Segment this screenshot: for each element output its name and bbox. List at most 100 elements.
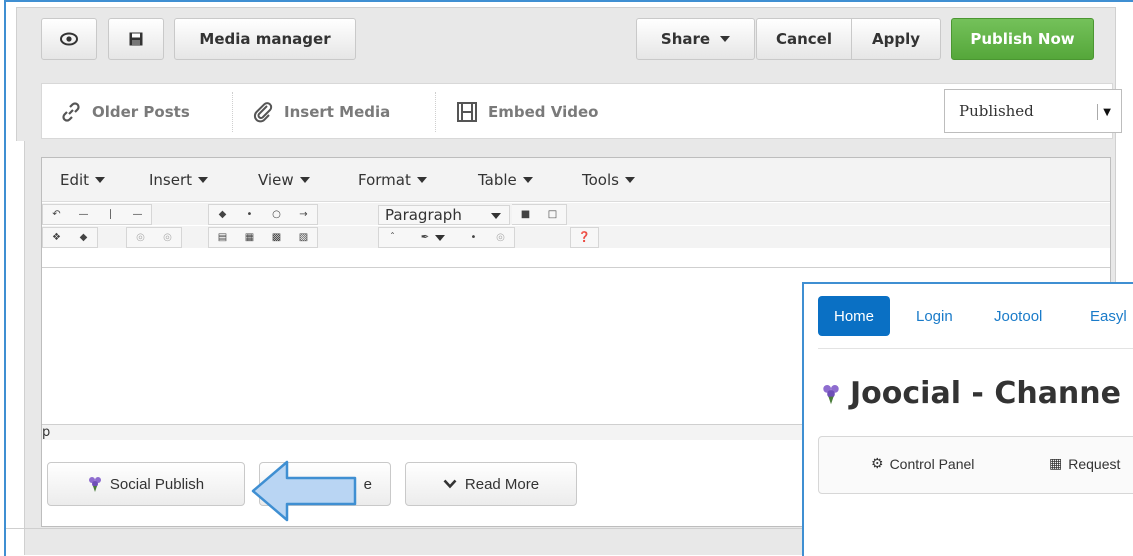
help-icon[interactable]: ❓: [571, 228, 598, 248]
read-more-label: Read More: [464, 475, 540, 493]
caret-down-icon: [522, 177, 533, 183]
select-arrow-icon: ▼: [1097, 104, 1111, 120]
indent-icon[interactable]: →: [290, 205, 317, 225]
joocial-logo-icon: [88, 477, 101, 492]
caret-down-icon: [198, 177, 209, 183]
nav-jootool[interactable]: Jootool: [978, 296, 1058, 336]
apply-label: Apply: [871, 30, 920, 48]
publish-now-button[interactable]: Publish Now: [951, 18, 1094, 60]
paperclip-icon: [253, 102, 273, 123]
nav-home[interactable]: Home: [818, 296, 891, 336]
social-publish-label: Social Publish: [109, 475, 205, 493]
eye-icon: [60, 32, 78, 46]
publish-now-label: Publish Now: [970, 30, 1075, 48]
cancel-button[interactable]: Cancel: [756, 18, 852, 60]
share-dropdown-button[interactable]: Share: [636, 18, 755, 60]
image-icon[interactable]: ▤: [209, 228, 236, 248]
charmap-icon[interactable]: •: [460, 228, 487, 248]
page-title: Joocial - Channe: [822, 376, 1121, 411]
toolbar-group: ▤ ▦ ▩ ▧: [208, 227, 318, 248]
nav-easy[interactable]: Easyl: [1074, 296, 1133, 336]
nav-login-label: Login: [916, 307, 953, 325]
requests-link[interactable]: ▦ Request: [1049, 455, 1120, 472]
floppy-disk-icon: [129, 32, 143, 46]
caret-down-icon: [624, 177, 635, 183]
pagebreak-label: e: [363, 475, 372, 493]
apply-button[interactable]: Apply: [851, 18, 941, 60]
outdent-icon[interactable]: ○: [263, 205, 290, 225]
media-manager-label: Media manager: [199, 30, 331, 48]
link-icon: [62, 102, 80, 122]
toolbar-group: ↶ — ∣ —: [42, 204, 152, 225]
emoticon-icon[interactable]: ◎: [487, 228, 514, 248]
top-toolbar: Media manager Share Cancel Apply Publish…: [16, 7, 1116, 77]
bullet-list-icon[interactable]: ◆: [209, 205, 236, 225]
control-panel-link[interactable]: ⚙ Control Panel: [871, 455, 974, 472]
requests-label: Request: [1068, 455, 1121, 472]
align-center-icon[interactable]: ∣: [97, 205, 124, 225]
save-button[interactable]: [108, 18, 164, 60]
control-panel-label: Control Panel: [889, 455, 975, 472]
align-right-icon[interactable]: —: [124, 205, 151, 225]
caret-down-icon: [416, 177, 427, 183]
nav-login[interactable]: Login: [900, 296, 969, 336]
status-value: Published: [959, 102, 1034, 120]
media-icon[interactable]: ▦: [236, 228, 263, 248]
editor-toolbar-row-1: ↶ — ∣ — ◆ • ○ → Paragraph ■ □: [42, 203, 1110, 225]
block-format-select[interactable]: Paragraph: [378, 205, 510, 225]
media-bar: Older Posts Insert Media Embed Video Pub…: [16, 77, 1122, 141]
social-publish-button[interactable]: Social Publish: [47, 462, 245, 506]
unlink-icon[interactable]: ◆: [70, 228, 97, 248]
insert-media-link[interactable]: Insert Media: [252, 84, 390, 140]
menu-view[interactable]: View: [258, 171, 310, 189]
block-format-value: Paragraph: [385, 206, 462, 224]
frontend-preview-overlay: Home Login Jootool Easyl Joocial - Chann…: [802, 282, 1133, 556]
nav-easy-label: Easyl: [1090, 307, 1127, 325]
undo-icon[interactable]: ↶: [43, 205, 70, 225]
clear-format-icon[interactable]: ✒: [406, 228, 460, 248]
joocial-logo-icon: [823, 384, 839, 404]
toolbar-group: ❖ ◆: [42, 227, 98, 248]
calendar-icon: ▦: [1049, 455, 1063, 471]
code-icon[interactable]: ▧: [290, 228, 317, 248]
control-panel-bar: ⚙ Control Panel ▦ Request: [818, 436, 1133, 494]
caret-down-icon: [95, 177, 106, 183]
table-icon[interactable]: ▩: [263, 228, 290, 248]
preview-button[interactable]: [41, 18, 97, 60]
numbered-list-icon[interactable]: •: [236, 205, 263, 225]
menu-edit[interactable]: Edit: [60, 171, 106, 189]
media-manager-button[interactable]: Media manager: [174, 18, 356, 60]
subscript-icon[interactable]: ◎: [154, 228, 181, 248]
read-more-button[interactable]: Read More: [405, 462, 577, 506]
editor-menubar: Edit Insert View Format Table Tools: [42, 158, 1110, 202]
embed-video-link[interactable]: Embed Video: [456, 84, 598, 140]
menu-edit-label: Edit: [60, 171, 90, 189]
text-color-icon[interactable]: ■: [512, 205, 539, 225]
publish-status-select[interactable]: Published ▼: [944, 89, 1122, 133]
menu-format-label: Format: [358, 171, 411, 189]
background-color-icon[interactable]: □: [539, 205, 566, 225]
caret-down-icon: [299, 177, 310, 183]
element-path: p: [42, 425, 51, 440]
embed-video-label: Embed Video: [488, 103, 599, 121]
caret-down-icon: [491, 213, 501, 219]
editor-toolbar-row-2: ❖ ◆ ◎ ◎ ▤ ▦ ▩ ▧ ˆ ✒ • ◎ ❓: [42, 226, 1110, 248]
menu-table[interactable]: Table: [478, 171, 533, 189]
menu-insert-label: Insert: [149, 171, 193, 189]
menu-insert[interactable]: Insert: [149, 171, 209, 189]
menu-tools[interactable]: Tools: [582, 171, 635, 189]
older-posts-link[interactable]: Older Posts: [60, 84, 190, 140]
divider: [818, 348, 1133, 349]
film-icon: [457, 102, 477, 122]
chevron-down-icon: [443, 479, 457, 489]
align-left-icon[interactable]: —: [70, 205, 97, 225]
dashboard-icon: ⚙: [871, 455, 884, 471]
hr-icon[interactable]: ˆ: [379, 228, 406, 248]
menu-format[interactable]: Format: [358, 171, 427, 189]
menu-table-label: Table: [478, 171, 517, 189]
share-label: Share: [660, 30, 711, 48]
link-insert-icon[interactable]: ❖: [43, 228, 70, 248]
menu-view-label: View: [258, 171, 294, 189]
toolbar-group: ■ □: [512, 204, 567, 225]
superscript-icon[interactable]: ◎: [127, 228, 154, 248]
